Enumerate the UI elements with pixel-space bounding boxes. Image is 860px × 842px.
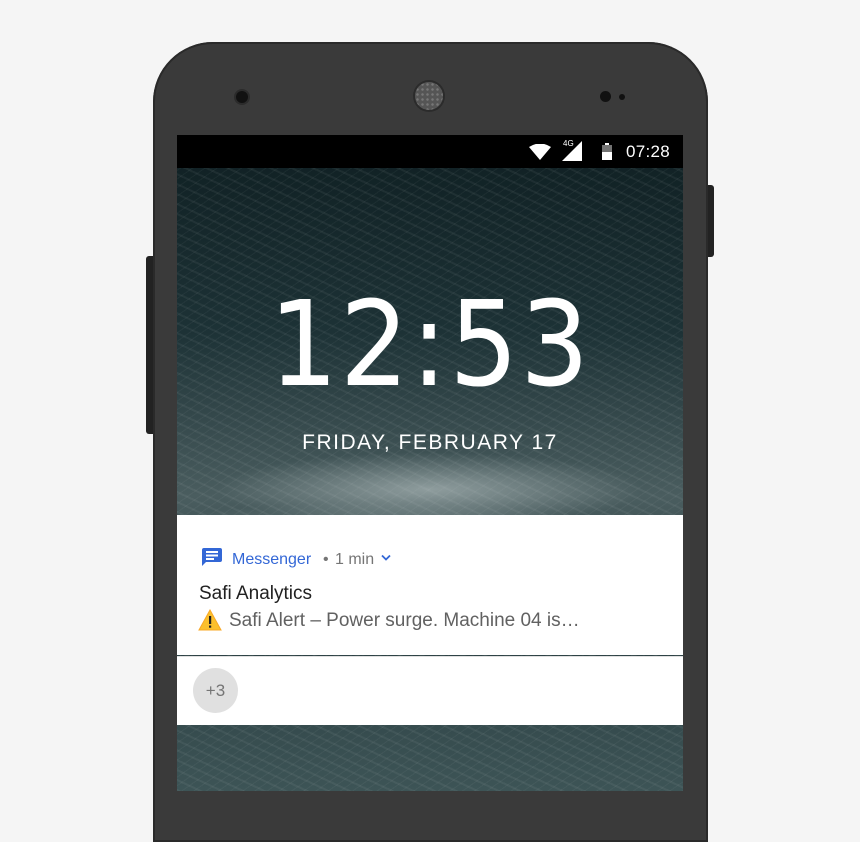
more-notifications-badge[interactable]: +3 (193, 668, 238, 713)
more-notifications-row[interactable]: +3 (177, 656, 683, 725)
wifi-icon (529, 144, 551, 160)
lockscreen-clock: 12:53 (268, 275, 592, 413)
notification-card[interactable]: Messenger • 1 min Safi Analytics Safi Al… (177, 515, 683, 655)
lockscreen-date: FRIDAY, FEBRUARY 17 (302, 431, 558, 454)
status-time: 07:28 (626, 142, 671, 161)
notification-time: 1 min (335, 551, 375, 568)
notification-title: Safi Analytics (199, 583, 312, 604)
notification-body: Safi Alert – Power surge. Machine 04 is… (229, 610, 580, 631)
warning-icon (198, 609, 222, 631)
notification-app-name: Messenger (232, 551, 312, 568)
lock-screen[interactable]: 4G 07:28 12:53 FRIDAY, FEBRUARY 17 Messe… (177, 135, 683, 791)
earpiece-speaker (415, 82, 443, 110)
light-sensor (619, 94, 625, 100)
notification-separator: • (323, 551, 329, 568)
power-button[interactable] (707, 185, 714, 257)
status-bar: 4G 07:28 (177, 135, 683, 168)
proximity-sensor (600, 91, 611, 102)
battery-icon (602, 143, 612, 160)
chevron-down-icon[interactable] (381, 554, 391, 562)
messenger-icon (202, 548, 222, 566)
front-camera (236, 91, 248, 103)
network-type-label: 4G (563, 139, 574, 148)
